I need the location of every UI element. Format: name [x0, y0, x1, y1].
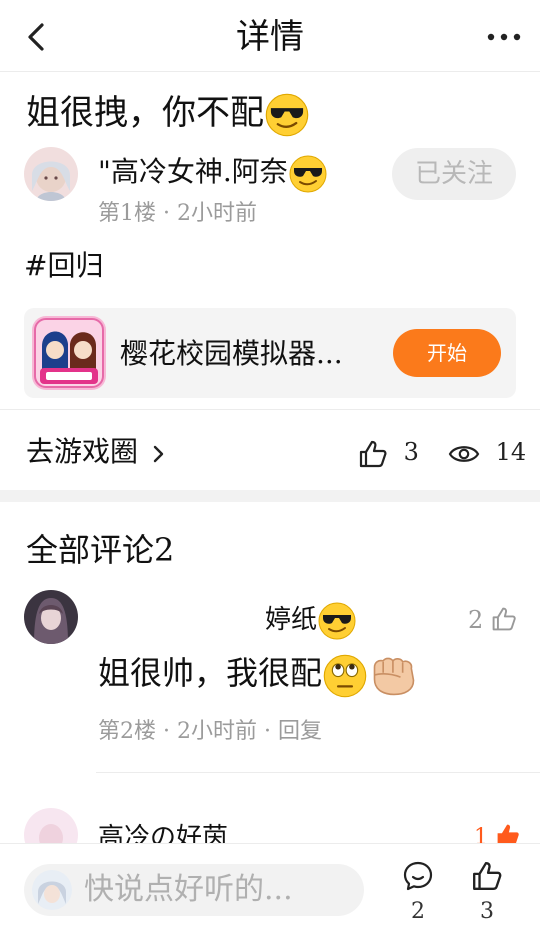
chevron-right-icon: [153, 445, 164, 462]
comment-bubble-icon: [403, 861, 433, 891]
game-circle-label: 去游戏圈: [26, 435, 139, 468]
comments-title: 全部评论2: [26, 531, 175, 569]
my-avatar: [32, 870, 72, 910]
post-view-count: 14: [495, 438, 527, 466]
commenter-avatar-image: [24, 590, 78, 644]
comment-count: 2: [411, 899, 425, 924]
thumbs-up-icon: [492, 607, 516, 631]
game-app-icon: [32, 316, 106, 390]
section-divider: [0, 490, 540, 502]
comment-author-name[interactable]: 婷纸: [265, 600, 357, 641]
comment-divider: [96, 772, 540, 773]
thumbs-up-icon: [359, 440, 387, 467]
post-view-stat: 14: [448, 432, 526, 472]
comment-author-text: 婷纸: [265, 605, 318, 635]
post-title-text: 姐很拽，你不配: [26, 93, 264, 133]
game-name: 樱花校园模拟器...: [120, 337, 343, 370]
game-circle-link[interactable]: 去游戏圈: [26, 432, 165, 472]
comment-like-count: 2: [468, 606, 484, 634]
post-tag[interactable]: #回归: [24, 246, 103, 286]
comment-meta[interactable]: 第2楼 · 2小时前 · 回复: [98, 716, 322, 748]
eye-roll-emoji: [322, 653, 368, 699]
author-avatar-image: [24, 147, 78, 201]
comment-text-body: 姐很帅，我很配: [98, 654, 323, 692]
post-meta: 第1楼 · 2小时前: [98, 201, 257, 226]
comments-button[interactable]: 2: [396, 860, 440, 926]
start-game-button[interactable]: 开始: [393, 329, 501, 377]
comment-input[interactable]: 快说点好听的...: [24, 864, 364, 916]
sunglasses-emoji: [288, 154, 328, 194]
top-nav-bar: 详情: [0, 0, 540, 72]
like-button[interactable]: 3: [465, 860, 509, 926]
game-card[interactable]: 樱花校园模拟器... 开始: [24, 308, 516, 398]
comment-text: 姐很帅，我很配: [98, 650, 420, 699]
author-name[interactable]: "高冷女神.阿奈: [98, 152, 328, 194]
more-dots-icon: [487, 33, 521, 41]
sunglasses-emoji: [264, 92, 310, 138]
eye-icon: [448, 445, 480, 462]
author-name-text: "高冷女神.阿奈: [98, 155, 288, 188]
post-like-stat[interactable]: 3: [358, 432, 419, 472]
thumbs-up-icon: [473, 862, 502, 890]
fist-emoji: [368, 654, 420, 698]
more-options-button[interactable]: [486, 24, 522, 50]
post-title: 姐很拽，你不配: [26, 88, 310, 138]
post-like-count: 3: [403, 438, 419, 466]
page-title: 详情: [236, 17, 304, 57]
stats-row: 去游戏圈 3 14: [0, 410, 540, 490]
follow-button[interactable]: 已关注: [392, 148, 516, 200]
comment-input-placeholder: 快说点好听的...: [84, 872, 293, 907]
sunglasses-emoji: [317, 601, 357, 641]
bottom-action-bar: 快说点好听的... 2 3: [0, 843, 540, 934]
comment-like-button[interactable]: 2: [468, 602, 517, 638]
like-count: 3: [480, 899, 494, 924]
commenter-avatar[interactable]: [24, 590, 78, 644]
author-avatar[interactable]: [24, 147, 78, 201]
